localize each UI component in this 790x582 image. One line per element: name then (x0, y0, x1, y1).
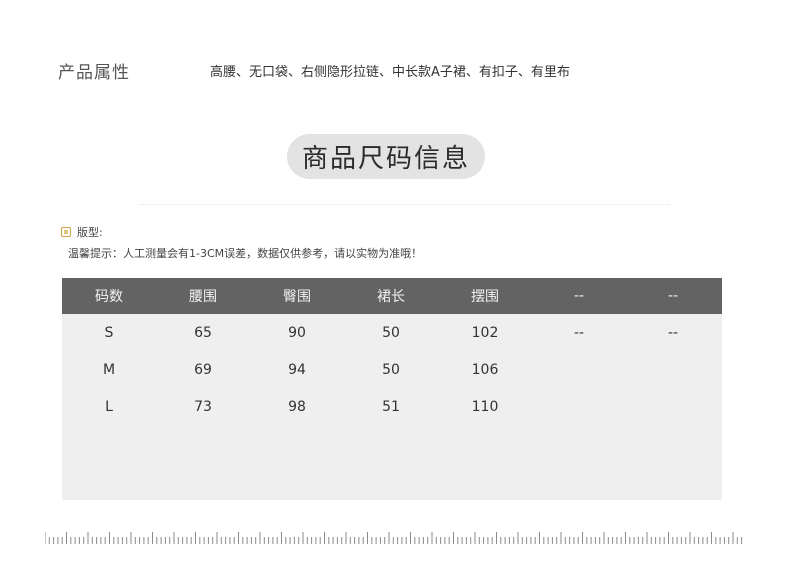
table-header-row: 码数 腰围 臀围 裙长 摆围 -- -- (62, 278, 722, 314)
header-extra-1: -- (573, 288, 585, 304)
version-label: 版型: (77, 226, 103, 239)
cell-size: L (105, 398, 113, 415)
cell-skirt-length: 50 (382, 324, 400, 341)
divider-line (140, 204, 670, 206)
table-row: L 73 98 51 110 (62, 388, 722, 425)
header-size: 码数 (95, 289, 123, 305)
product-attributes-row: 产品属性 高腰、无口袋、右侧隐形拉链、中长款A子裙、有扣子、有里布 (58, 56, 738, 83)
version-row: 版型: (61, 224, 103, 240)
cell-size: S (104, 324, 114, 341)
cell-hem: 110 (471, 398, 499, 415)
cell-extra-2: -- (667, 324, 679, 341)
cell-waist: 69 (194, 361, 212, 378)
product-attributes-value: 高腰、无口袋、右侧隐形拉链、中长款A子裙、有扣子、有里布 (210, 65, 570, 80)
cell-waist: 65 (194, 324, 212, 341)
cell-waist: 73 (194, 398, 212, 415)
version-icon (61, 227, 71, 237)
header-waist: 腰围 (189, 289, 217, 305)
ruler-decoration (45, 532, 743, 544)
header-extra-2: -- (667, 288, 679, 304)
cell-skirt-length: 51 (382, 398, 400, 415)
header-hip: 臀围 (283, 289, 311, 305)
cell-hip: 98 (288, 398, 306, 415)
cell-extra-1: -- (573, 324, 585, 341)
table-row: S 65 90 50 102 -- -- (62, 314, 722, 351)
cell-hem: 106 (471, 361, 499, 378)
product-attributes-label: 产品属性 (58, 63, 130, 83)
cell-skirt-length: 50 (382, 361, 400, 378)
header-skirt-length: 裙长 (377, 289, 405, 305)
size-table: 码数 腰围 臀围 裙长 摆围 -- -- S 65 90 50 102 -- -… (62, 278, 722, 500)
cell-hip: 94 (288, 361, 306, 378)
cell-hem: 102 (471, 324, 499, 341)
cell-hip: 90 (288, 324, 306, 341)
cell-size: M (102, 361, 116, 378)
header-hem: 摆围 (471, 289, 499, 305)
size-info-title: 商品尺码信息 (287, 134, 485, 179)
measurement-tip: 温馨提示：人工测量会有1-3CM误差，数据仅供参考，请以实物为准哦！ (68, 247, 423, 260)
table-row: M 69 94 50 106 (62, 351, 722, 388)
